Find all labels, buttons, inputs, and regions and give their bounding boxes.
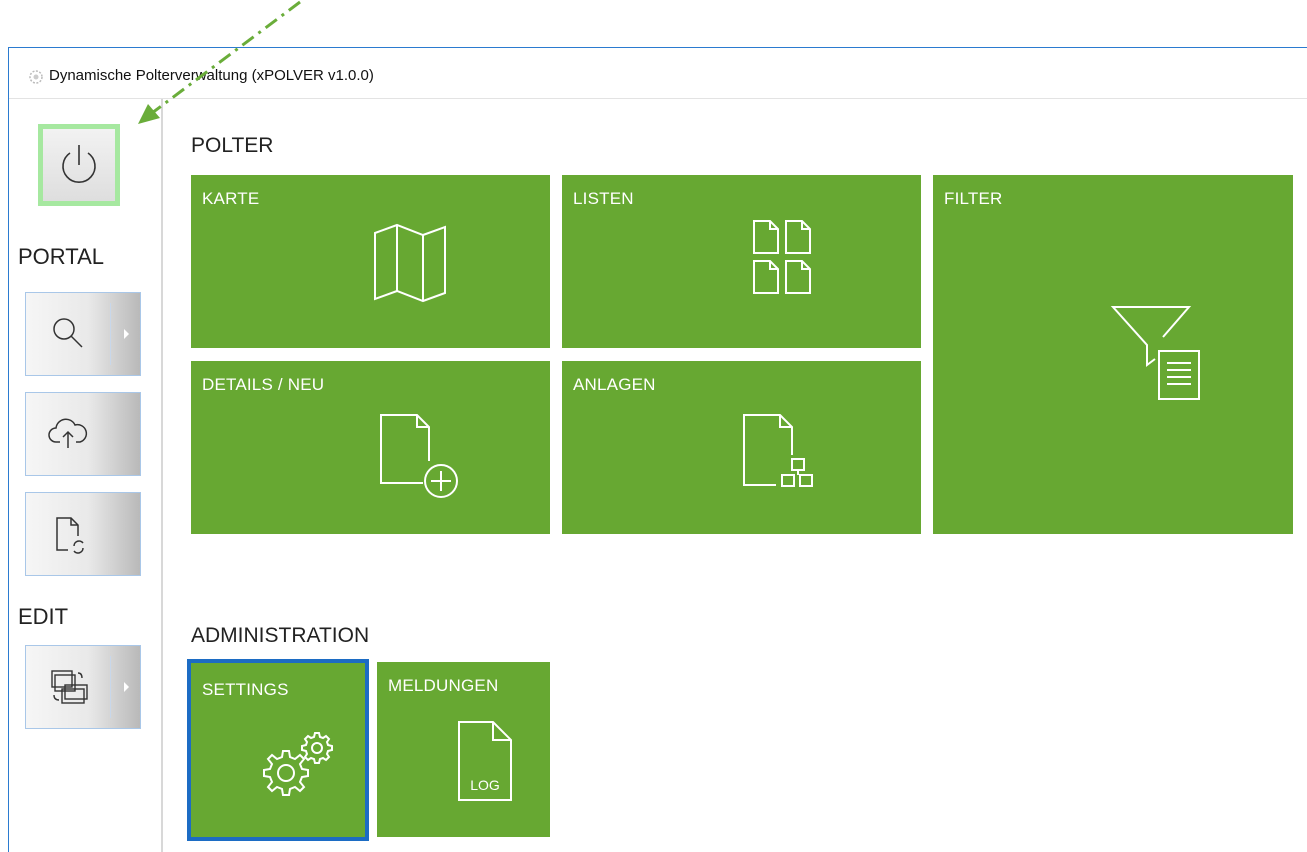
- filter-list-icon: [1110, 306, 1200, 400]
- power-icon: [62, 145, 96, 183]
- tile-label: DETAILS / NEU: [202, 375, 325, 394]
- document-add-icon: [380, 414, 458, 498]
- map-icon: [374, 223, 446, 303]
- administration-section-title: ADMINISTRATION: [191, 624, 370, 647]
- folder-sync-icon: [51, 670, 88, 704]
- edit-label: EDIT: [18, 604, 69, 629]
- tile-meldungen[interactable]: MELDUNGEN LOG: [377, 662, 550, 837]
- tile-karte[interactable]: KARTE: [191, 175, 550, 348]
- tile-filter[interactable]: FILTER: [933, 175, 1293, 534]
- polter-section-title: POLTER: [191, 134, 274, 157]
- portal-label: PORTAL: [18, 244, 104, 269]
- log-label: LOG: [470, 777, 500, 793]
- split-divider: [110, 656, 111, 718]
- tile-anlagen[interactable]: ANLAGEN: [562, 361, 921, 534]
- tile-label: SETTINGS: [202, 680, 289, 699]
- document-refresh-icon: [56, 517, 84, 554]
- title-bar: Dynamische Polterverwaltung (xPOLVER v1.…: [9, 48, 1307, 99]
- document-refresh-button[interactable]: [25, 492, 141, 576]
- tile-label: ANLAGEN: [573, 375, 656, 394]
- cloud-upload-button[interactable]: [25, 392, 141, 476]
- folder-sync-button[interactable]: [25, 645, 141, 729]
- document-attachments-icon: [743, 414, 813, 487]
- gears-icon: [263, 732, 333, 796]
- log-file-icon: LOG: [458, 721, 512, 801]
- tile-label: KARTE: [202, 189, 260, 208]
- cloud-upload-icon: [48, 418, 88, 448]
- split-divider: [110, 303, 111, 365]
- sidebar: PORTAL EDIT: [9, 99, 163, 852]
- dropdown-arrow-icon[interactable]: [124, 682, 129, 692]
- tile-label: FILTER: [944, 189, 1003, 208]
- app-logo-icon: [29, 70, 43, 84]
- tile-listen[interactable]: LISTEN: [562, 175, 921, 348]
- tile-label: LISTEN: [573, 189, 634, 208]
- dropdown-arrow-icon[interactable]: [124, 329, 129, 339]
- power-button[interactable]: [38, 124, 120, 206]
- tile-settings[interactable]: SETTINGS: [187, 659, 369, 841]
- documents-grid-icon: [753, 220, 811, 294]
- search-icon: [53, 318, 83, 348]
- window-title: Dynamische Polterverwaltung (xPOLVER v1.…: [49, 67, 374, 84]
- search-button[interactable]: [25, 292, 141, 376]
- tile-details-neu[interactable]: DETAILS / NEU: [191, 361, 550, 534]
- tile-label: MELDUNGEN: [388, 676, 499, 695]
